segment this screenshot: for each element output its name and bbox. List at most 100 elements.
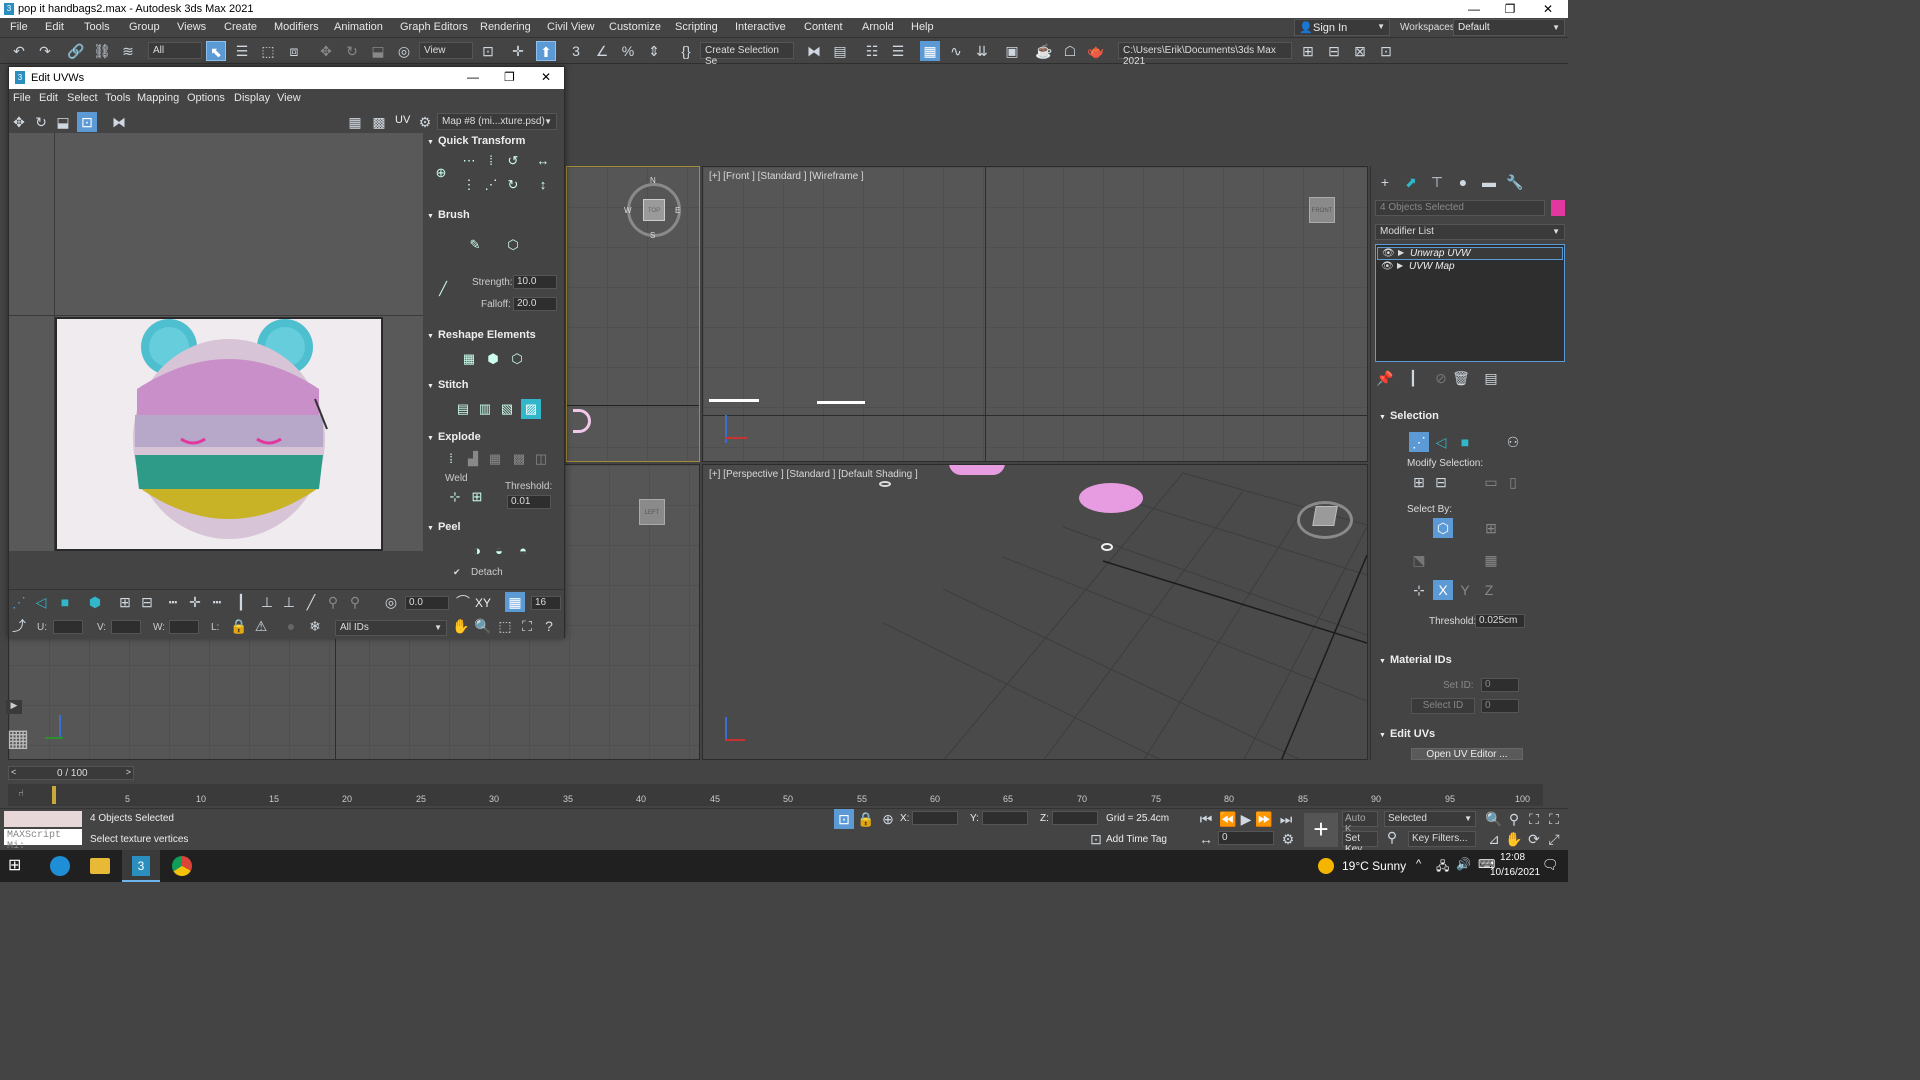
select-by-element-icon[interactable]: ⬡ bbox=[1433, 518, 1453, 538]
utilities-tab-icon[interactable]: 🔧 bbox=[1505, 172, 1525, 192]
menu-modifiers[interactable]: Modifiers bbox=[274, 21, 319, 33]
expand-arrow-icon[interactable]: ▶ bbox=[1398, 248, 1404, 257]
y-coord-field[interactable] bbox=[982, 811, 1028, 825]
render-setup-icon[interactable]: ☕ bbox=[1034, 41, 1054, 61]
edge-mode-icon[interactable]: ◁ bbox=[31, 592, 51, 612]
container-icon[interactable]: ⊠ bbox=[1350, 41, 1370, 61]
zoom-extents-all-icon[interactable]: ⛶ bbox=[1544, 809, 1564, 829]
rollout-reshape[interactable]: ▼ Reshape Elements bbox=[427, 329, 561, 341]
menu-graph-editors[interactable]: Graph Editors bbox=[400, 21, 468, 33]
link-icon[interactable]: 🔗 bbox=[66, 41, 86, 61]
paint-brush-icon[interactable]: ╱ bbox=[301, 592, 321, 612]
spinner-snap-icon[interactable]: ⇕ bbox=[644, 41, 664, 61]
uv-rotate-icon[interactable]: ↻ bbox=[31, 112, 51, 132]
freeze-icon[interactable]: ● bbox=[281, 616, 301, 636]
brush-size-up-icon[interactable]: ⚲ bbox=[323, 592, 343, 612]
pivot-icon[interactable]: ⊡ bbox=[478, 41, 498, 61]
key-filters-button[interactable]: Key Filters... bbox=[1408, 831, 1476, 847]
uv-menu-edit[interactable]: Edit bbox=[39, 92, 58, 104]
brush-relax-icon[interactable]: ⬡ bbox=[503, 235, 523, 255]
ids-dropdown[interactable]: All IDs ▼ bbox=[335, 620, 447, 636]
reshape-grid-icon[interactable]: ▦ bbox=[459, 349, 479, 369]
rollout-quick-transform[interactable]: ▼ Quick Transform bbox=[427, 135, 561, 147]
menu-group[interactable]: Group bbox=[129, 21, 160, 33]
snap-toggle-icon[interactable]: 3 bbox=[566, 41, 586, 61]
face-mode-icon[interactable]: ■ bbox=[55, 592, 75, 612]
selection-set-dropdown[interactable]: Create Selection Se bbox=[700, 42, 794, 67]
transform-type-icon[interactable]: ⤴ bbox=[9, 616, 29, 636]
menu-scripting[interactable]: Scripting bbox=[675, 21, 718, 33]
uv-menu-select[interactable]: Select bbox=[67, 92, 98, 104]
viewcube-front[interactable]: FRONT bbox=[1309, 197, 1335, 223]
uv-maximize-button[interactable]: ❐ bbox=[504, 70, 515, 84]
menu-rendering[interactable]: Rendering bbox=[480, 21, 531, 33]
select-object-icon[interactable]: ⬉ bbox=[206, 41, 226, 61]
rollout-brush[interactable]: ▼ Brush bbox=[427, 209, 561, 221]
viewport-layouts-icon[interactable]: ▦ bbox=[4, 726, 32, 754]
menu-customize[interactable]: Customize bbox=[609, 21, 661, 33]
windows-start-icon[interactable]: ⊞ bbox=[8, 857, 26, 875]
rollout-selection[interactable]: ▼ Selection bbox=[1379, 410, 1513, 422]
angle-snap-icon[interactable]: ∠ bbox=[592, 41, 612, 61]
add-time-tag-label[interactable]: Add Time Tag bbox=[1106, 834, 1167, 845]
isolate-icon[interactable]: ⊟ bbox=[1324, 41, 1344, 61]
3dsmax-taskbar-button[interactable]: 3 bbox=[122, 850, 160, 882]
clock-date[interactable]: 10/16/2021 bbox=[1490, 867, 1540, 878]
qt-rotate-cw-icon[interactable]: ↻ bbox=[503, 175, 523, 195]
ring-icon[interactable]: ✛ bbox=[185, 592, 205, 612]
create-tab-icon[interactable]: + bbox=[1375, 172, 1395, 192]
modifier-list-dropdown[interactable]: Modifier List ▼ bbox=[1375, 224, 1565, 240]
motion-tab-icon[interactable]: ● bbox=[1453, 172, 1473, 192]
align-icon[interactable]: ▤ bbox=[830, 41, 850, 61]
ring-icon[interactable]: ▭ bbox=[1481, 472, 1501, 492]
loop-icon[interactable]: ┅ bbox=[163, 592, 183, 612]
select-by-grid-icon[interactable]: ▦ bbox=[1481, 550, 1501, 570]
vertex-mode-icon[interactable]: ⋰ bbox=[9, 592, 29, 612]
undo-icon[interactable]: ↶ bbox=[9, 41, 29, 61]
paint-select-2-icon[interactable]: ⊥ bbox=[279, 592, 299, 612]
maximize-viewport-icon[interactable]: ⤢ bbox=[1544, 829, 1564, 849]
mirror-icon[interactable]: ⧓ bbox=[804, 41, 824, 61]
render-frame-icon[interactable]: ☖ bbox=[1060, 41, 1080, 61]
track-bar[interactable]: ⑁ 5 10 15 20 25 30 35 40 45 50 55 60 65 … bbox=[8, 784, 1543, 806]
paint-select-icon[interactable]: ⊥ bbox=[257, 592, 277, 612]
uv-map-dropdown[interactable]: Map #8 (mi...xture.psd) ▼ bbox=[437, 113, 557, 130]
peel-quick-icon[interactable]: ◑ bbox=[467, 541, 487, 561]
select-id-spinner[interactable]: 0 bbox=[1481, 699, 1519, 713]
pan-view-icon[interactable]: ✋ bbox=[1504, 829, 1524, 849]
explode-break-icon[interactable]: ⁞ bbox=[441, 449, 461, 469]
uv-minimize-button[interactable]: — bbox=[467, 70, 479, 84]
render-icon[interactable]: 🫖 bbox=[1086, 41, 1106, 61]
stitch-source-icon[interactable]: ▥ bbox=[475, 399, 495, 419]
weather-sun-icon[interactable] bbox=[1318, 858, 1334, 874]
zoom-icon[interactable]: 🔍 bbox=[1484, 809, 1504, 829]
percent-snap-icon[interactable]: % bbox=[618, 41, 638, 61]
ref-coord-dropdown[interactable]: View bbox=[419, 42, 473, 59]
make-unique-icon[interactable]: ⊘ bbox=[1431, 368, 1451, 388]
play-icon[interactable]: ▶ bbox=[1236, 809, 1256, 829]
explode-smoothing-icon[interactable]: ◫ bbox=[531, 449, 551, 469]
grow-selection-icon[interactable]: ⊞ bbox=[115, 592, 135, 612]
workspaces-dropdown[interactable]: Default ▼ bbox=[1453, 19, 1565, 36]
uv-options-icon[interactable]: ⚙ bbox=[415, 112, 435, 132]
notifications-icon[interactable]: 🗨 bbox=[1542, 857, 1559, 873]
remove-modifier-icon[interactable]: 🗑 bbox=[1451, 368, 1471, 388]
pin-stack-icon[interactable]: 📌 bbox=[1375, 368, 1395, 388]
menu-help[interactable]: Help bbox=[911, 21, 934, 33]
weather-text[interactable]: 19°C Sunny bbox=[1342, 859, 1406, 873]
project-folder-icon[interactable]: ⊞ bbox=[1298, 41, 1318, 61]
select-by-name-icon[interactable]: ☰ bbox=[232, 41, 252, 61]
explode-flatten-icon[interactable]: ▟ bbox=[463, 449, 483, 469]
zoom-extents-icon[interactable]: ⛶ bbox=[1524, 809, 1544, 829]
shrink-selection-icon[interactable]: ⊟ bbox=[137, 592, 157, 612]
key-filter-icon[interactable]: ⚲ bbox=[1382, 827, 1402, 847]
viewcube-compass[interactable]: TOP N S E W bbox=[624, 176, 681, 240]
next-frame-icon[interactable]: ⏩ bbox=[1254, 809, 1274, 829]
redo-icon[interactable]: ↷ bbox=[35, 41, 55, 61]
isolate-selection-icon[interactable]: ⊡ bbox=[834, 809, 854, 829]
loop-icon[interactable]: ▯ bbox=[1503, 472, 1523, 492]
time-tag-icon[interactable]: ⊡ bbox=[1086, 829, 1106, 849]
soft-select-icon[interactable]: ◎ bbox=[381, 592, 401, 612]
placement-icon[interactable]: ◎ bbox=[394, 41, 414, 61]
xy-label[interactable]: XY bbox=[475, 596, 491, 610]
